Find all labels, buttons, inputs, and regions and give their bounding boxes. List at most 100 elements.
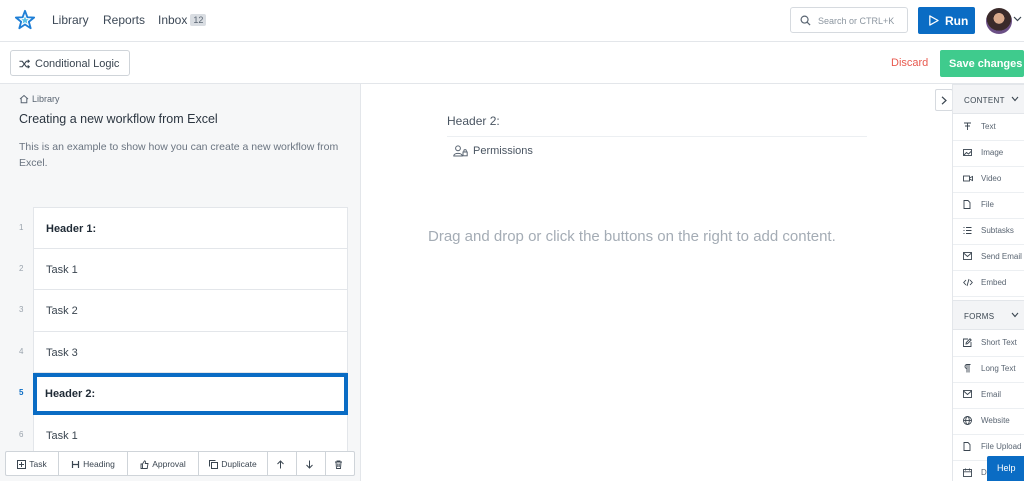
arrow-down-icon xyxy=(306,460,313,469)
task-sidebar: Library Creating a new workflow from Exc… xyxy=(0,84,361,481)
add-subtasks-button[interactable]: Subtasks xyxy=(953,219,1024,245)
task-row-selected[interactable]: 5 Header 2: xyxy=(19,373,348,415)
add-long-text-button[interactable]: Long Text xyxy=(953,357,1024,383)
add-approval-button[interactable]: Approval xyxy=(128,452,199,475)
add-task-button[interactable]: Task xyxy=(6,452,59,475)
nav-inbox-label: Inbox xyxy=(158,13,188,27)
add-website-field-label: Website xyxy=(981,416,1010,425)
content-section-title: CONTENT xyxy=(964,96,1005,105)
calendar-icon xyxy=(963,468,972,477)
task-editor: Header 2: Permissions Drag and drop or c… xyxy=(361,84,952,481)
task-label: Header 1: xyxy=(46,223,97,235)
permissions-button[interactable]: Permissions xyxy=(453,145,533,157)
workflow-title[interactable]: Creating a new workflow from Excel xyxy=(19,112,218,126)
task-row[interactable]: 6 Task 1 xyxy=(19,414,348,456)
envelope-icon xyxy=(963,390,972,398)
chevron-right-icon xyxy=(941,96,947,105)
add-file-upload-label: File Upload xyxy=(981,442,1022,451)
move-up-button[interactable] xyxy=(268,452,297,475)
nav-reports[interactable]: Reports xyxy=(103,13,145,27)
top-bar: Library Reports Inbox 12 Search or CTRL+K… xyxy=(0,0,1024,42)
run-button[interactable]: Run xyxy=(918,7,975,34)
workflow-description[interactable]: This is an example to show how you can c… xyxy=(19,139,339,171)
add-subtasks-label: Subtasks xyxy=(981,226,1014,235)
run-label: Run xyxy=(945,14,969,28)
duplicate-button[interactable]: Duplicate xyxy=(199,452,268,475)
add-date-field-label: D xyxy=(981,468,987,477)
conditional-logic-button[interactable]: Conditional Logic xyxy=(10,50,130,76)
add-email-field-label: Email xyxy=(981,390,1002,399)
collapse-panel-button[interactable] xyxy=(935,89,953,111)
add-send-email-label: Send Email xyxy=(981,252,1022,261)
task-label: Task 3 xyxy=(46,346,78,359)
add-heading-button[interactable]: Heading xyxy=(59,452,128,475)
add-email-field-button[interactable]: Email xyxy=(953,383,1024,409)
move-down-button[interactable] xyxy=(297,452,326,475)
breadcrumb[interactable]: Library xyxy=(19,94,60,104)
delete-button[interactable] xyxy=(326,452,354,475)
task-number: 2 xyxy=(19,263,24,273)
plus-square-icon xyxy=(17,460,27,469)
forms-section-title: FORMS xyxy=(964,312,995,321)
add-image-button[interactable]: Image xyxy=(953,141,1024,167)
forms-section-header[interactable]: FORMS xyxy=(953,300,1024,330)
home-icon xyxy=(19,94,29,104)
add-send-email-button[interactable]: Send Email xyxy=(953,245,1024,271)
add-video-button[interactable]: Video xyxy=(953,167,1024,193)
task-number: 1 xyxy=(19,223,24,232)
nav-inbox[interactable]: Inbox 12 xyxy=(158,13,207,27)
drop-zone-hint[interactable]: Drag and drop or click the buttons on th… xyxy=(428,228,836,245)
search-input[interactable]: Search or CTRL+K xyxy=(790,7,908,33)
file-icon xyxy=(963,442,971,451)
avatar[interactable] xyxy=(986,8,1012,34)
heading-icon xyxy=(72,461,80,468)
task-row[interactable]: 1 Header 1: xyxy=(19,207,348,249)
code-icon xyxy=(963,278,973,287)
task-number: 6 xyxy=(19,429,24,439)
search-icon xyxy=(800,15,811,26)
add-file-button[interactable]: File xyxy=(953,193,1024,219)
add-text-label: Text xyxy=(981,122,996,131)
arrow-up-icon xyxy=(277,460,284,469)
conditional-logic-label: Conditional Logic xyxy=(35,58,120,70)
shuffle-icon xyxy=(19,59,30,69)
help-button[interactable]: Help xyxy=(987,456,1024,481)
permissions-label: Permissions xyxy=(473,145,533,157)
divider xyxy=(447,136,867,137)
task-label: Task 1 xyxy=(46,429,78,442)
task-label: Header 2: xyxy=(45,388,96,400)
envelope-icon xyxy=(963,252,972,260)
globe-icon xyxy=(963,416,972,425)
users-lock-icon xyxy=(453,145,468,157)
add-task-label: Task xyxy=(29,459,47,469)
paragraph-icon xyxy=(964,364,971,373)
add-embed-label: Embed xyxy=(981,278,1007,287)
add-short-text-button[interactable]: Short Text xyxy=(953,331,1024,357)
discard-button[interactable]: Discard xyxy=(891,57,928,69)
task-row[interactable]: 4 Task 3 xyxy=(19,331,348,373)
task-row[interactable]: 3 Task 2 xyxy=(19,290,348,332)
add-website-field-button[interactable]: Website xyxy=(953,409,1024,435)
task-number: 3 xyxy=(19,305,24,314)
workflow-toolbar: Conditional Logic Discard Save changes xyxy=(0,42,1024,84)
add-text-button[interactable]: Text xyxy=(953,115,1024,141)
task-number: 4 xyxy=(19,346,24,356)
content-section-header[interactable]: CONTENT xyxy=(953,84,1024,114)
task-heading[interactable]: Header 2: xyxy=(447,114,500,128)
task-row[interactable]: 2 Task 1 xyxy=(19,248,348,290)
task-list: 1 Header 1: 2 Task 1 3 Task 2 4 Task 3 5… xyxy=(19,207,348,456)
inbox-count-badge: 12 xyxy=(190,14,207,26)
edit-icon xyxy=(963,338,972,347)
video-icon xyxy=(963,175,973,182)
save-changes-button[interactable]: Save changes xyxy=(940,50,1024,77)
duplicate-label: Duplicate xyxy=(221,459,257,469)
thumbs-up-icon xyxy=(140,460,149,469)
search-placeholder: Search or CTRL+K xyxy=(818,16,895,26)
logo-star-icon[interactable] xyxy=(14,9,36,31)
nav-library[interactable]: Library xyxy=(52,13,89,27)
chevron-down-icon[interactable] xyxy=(1013,16,1022,22)
content-panel: CONTENT Text Image Video File Subtasks S… xyxy=(952,84,1024,481)
add-video-label: Video xyxy=(981,174,1002,183)
add-heading-label: Heading xyxy=(83,459,115,469)
add-embed-button[interactable]: Embed xyxy=(953,271,1024,297)
